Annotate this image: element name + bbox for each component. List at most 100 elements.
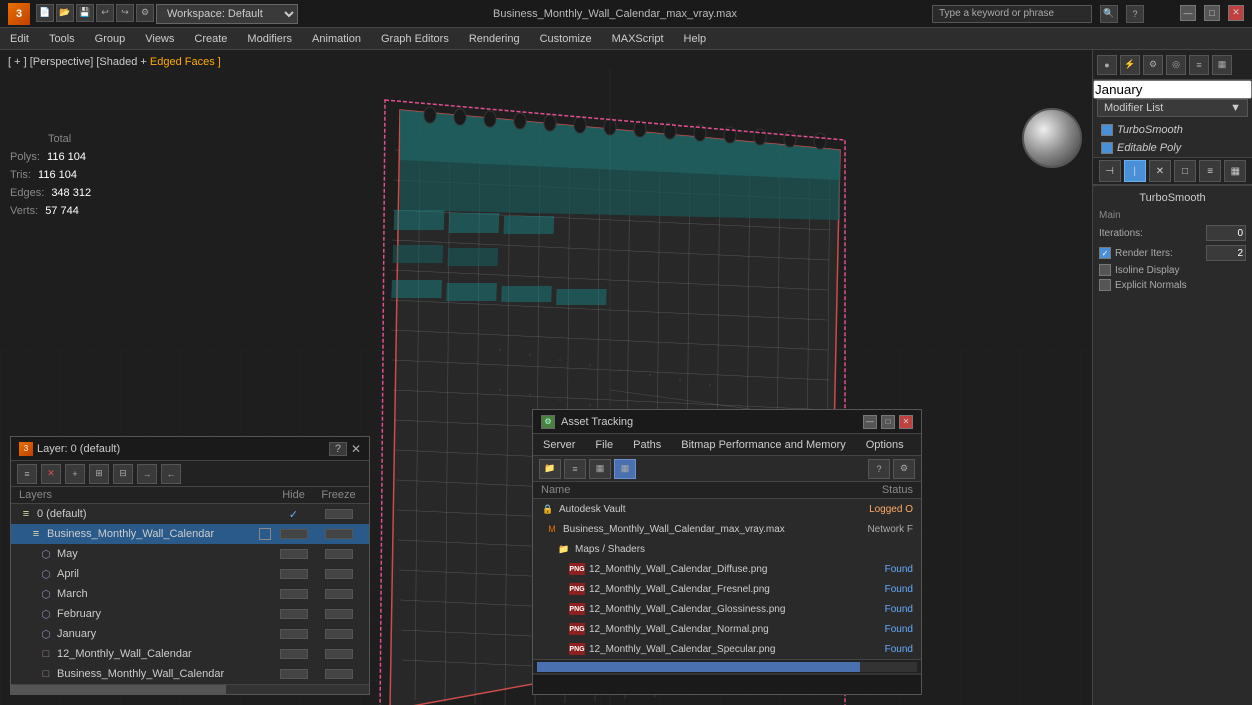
layers-add-icon[interactable]: + — [65, 464, 85, 484]
menu-graph-editors[interactable]: Graph Editors — [371, 31, 459, 47]
layer-visibility-box[interactable] — [259, 528, 271, 540]
asset-tb-help-icon[interactable]: ? — [868, 459, 890, 479]
asset-minimize-button[interactable]: — — [863, 415, 877, 429]
asset-row[interactable]: PNG 12_Monthly_Wall_Calendar_Normal.png … — [533, 619, 921, 639]
rp-icon-4[interactable]: ◎ — [1166, 55, 1186, 75]
settings-icon[interactable]: ⚙ — [136, 4, 154, 22]
asset-name: Autodesk Vault — [559, 504, 833, 515]
menu-edit[interactable]: Edit — [0, 31, 39, 47]
menu-tools[interactable]: Tools — [39, 31, 85, 47]
render-iters-input[interactable] — [1206, 245, 1246, 261]
asset-row[interactable]: M Business_Monthly_Wall_Calendar_max_vra… — [533, 519, 921, 539]
asset-menu-server[interactable]: Server — [533, 437, 585, 453]
menu-views[interactable]: Views — [135, 31, 184, 47]
rp-tool-cursor[interactable]: | — [1124, 160, 1146, 182]
asset-maximize-button[interactable]: □ — [881, 415, 895, 429]
search-input[interactable] — [932, 5, 1092, 23]
asset-row[interactable]: PNG 12_Monthly_Wall_Calendar_Glossiness.… — [533, 599, 921, 619]
layer-row[interactable]: ⬡ January — [11, 624, 369, 644]
modifier-list-dropdown[interactable]: Modifier List ▼ — [1097, 99, 1248, 117]
layer-freeze-check — [316, 589, 361, 599]
help-icon[interactable]: ? — [1126, 5, 1144, 23]
open-file-icon[interactable]: 📂 — [56, 4, 74, 22]
vault-icon: 🔒 — [541, 502, 555, 516]
layer-row[interactable]: ⬡ May — [11, 544, 369, 564]
asset-input-bar[interactable] — [533, 674, 921, 694]
layers-scrollbar[interactable] — [11, 684, 369, 694]
rp-icon-6[interactable]: ▦ — [1212, 55, 1232, 75]
rp-tool-grid2[interactable]: ▦ — [1224, 160, 1246, 182]
asset-name: Maps / Shaders — [575, 544, 833, 555]
layer-row[interactable]: ≡ Business_Monthly_Wall_Calendar — [11, 524, 369, 544]
asset-name: Business_Monthly_Wall_Calendar_max_vray.… — [563, 524, 833, 535]
rp-tool-box[interactable]: □ — [1174, 160, 1196, 182]
rp-tool-cross[interactable]: ✕ — [1149, 160, 1171, 182]
asset-toolbar: 📁 ≡ ▦ ▦ ? ⚙ — [533, 456, 921, 482]
layer-row[interactable]: ⬡ February — [11, 604, 369, 624]
layers-expand-icon[interactable]: → — [137, 464, 157, 484]
layer-row[interactable]: ⬡ April — [11, 564, 369, 584]
menu-modifiers[interactable]: Modifiers — [237, 31, 302, 47]
layer-row[interactable]: □ Business_Monthly_Wall_Calendar — [11, 664, 369, 684]
save-icon[interactable]: 💾 — [76, 4, 94, 22]
asset-row[interactable]: PNG 12_Monthly_Wall_Calendar_Fresnel.png… — [533, 579, 921, 599]
asset-tb-table-icon[interactable]: ▦ — [614, 459, 636, 479]
menu-group[interactable]: Group — [85, 31, 136, 47]
asset-menu-bitmap[interactable]: Bitmap Performance and Memory — [671, 437, 855, 453]
viewport[interactable]: [ + ] [Perspective] [Shaded + Edged Face… — [0, 50, 1092, 705]
layer-row[interactable]: ≡ 0 (default) ✓ — [11, 504, 369, 524]
redo-icon[interactable]: ↪ — [116, 4, 134, 22]
asset-menu-options[interactable]: Options — [856, 437, 914, 453]
modifier-name-field[interactable] — [1093, 80, 1252, 99]
asset-tb-browse-icon[interactable]: 📁 — [539, 459, 561, 479]
rp-icon-1[interactable]: ● — [1097, 55, 1117, 75]
menu-create[interactable]: Create — [184, 31, 237, 47]
rp-icon-5[interactable]: ≡ — [1189, 55, 1209, 75]
asset-close-button[interactable]: ✕ — [899, 415, 913, 429]
rp-tool-pin[interactable]: ⊣ — [1099, 160, 1121, 182]
layers-delete-icon[interactable]: ✕ — [41, 464, 61, 484]
layer-freeze-check — [316, 609, 361, 619]
isoline-checkbox[interactable] — [1099, 264, 1111, 276]
modifier-checkbox[interactable] — [1101, 142, 1113, 154]
menu-rendering[interactable]: Rendering — [459, 31, 530, 47]
menu-maxscript[interactable]: MAXScript — [602, 31, 674, 47]
scroll-thumb[interactable] — [11, 685, 226, 694]
explicit-normals-checkbox[interactable] — [1099, 279, 1111, 291]
turbosmooth-iterations-input[interactable] — [1206, 225, 1246, 241]
asset-row[interactable]: 📁 Maps / Shaders — [533, 539, 921, 559]
layers-help-button[interactable]: ? — [329, 442, 347, 456]
menu-help[interactable]: Help — [674, 31, 717, 47]
search-icon[interactable]: 🔍 — [1100, 5, 1118, 23]
render-iters-checkbox[interactable]: ✓ — [1099, 247, 1111, 259]
close-button[interactable]: ✕ — [1228, 5, 1244, 21]
menu-animation[interactable]: Animation — [302, 31, 371, 47]
layer-row[interactable]: □ 12_Monthly_Wall_Calendar — [11, 644, 369, 664]
asset-tb-grid-icon[interactable]: ▦ — [589, 459, 611, 479]
layers-select-by-layer-icon[interactable]: ⊟ — [113, 464, 133, 484]
minimize-button[interactable]: — — [1180, 5, 1196, 21]
modifier-checkbox[interactable] — [1101, 124, 1113, 136]
rp-icon-2[interactable]: ⚡ — [1120, 55, 1140, 75]
menu-customize[interactable]: Customize — [530, 31, 602, 47]
maximize-button[interactable]: □ — [1204, 5, 1220, 21]
new-file-icon[interactable]: 📄 — [36, 4, 54, 22]
asset-menu-paths[interactable]: Paths — [623, 437, 671, 453]
asset-menu-file[interactable]: File — [585, 437, 623, 453]
asset-row[interactable]: 🔒 Autodesk Vault Logged O — [533, 499, 921, 519]
asset-tb-settings-icon[interactable]: ⚙ — [893, 459, 915, 479]
layers-close-button[interactable]: ✕ — [351, 442, 361, 456]
layer-row[interactable]: ⬡ March — [11, 584, 369, 604]
asset-row[interactable]: PNG 12_Monthly_Wall_Calendar_Specular.pn… — [533, 639, 921, 659]
modifier-editable-poly[interactable]: Editable Poly — [1093, 139, 1252, 157]
modifier-turbosmooth[interactable]: TurboSmooth — [1093, 121, 1252, 139]
asset-row[interactable]: PNG 12_Monthly_Wall_Calendar_Diffuse.png… — [533, 559, 921, 579]
layers-menu-icon[interactable]: ≡ — [17, 464, 37, 484]
layers-collapse-icon[interactable]: ← — [161, 464, 181, 484]
rp-tool-menu2[interactable]: ≡ — [1199, 160, 1221, 182]
undo-icon[interactable]: ↩ — [96, 4, 114, 22]
asset-tb-list-icon[interactable]: ≡ — [564, 459, 586, 479]
rp-icon-3[interactable]: ⚙ — [1143, 55, 1163, 75]
workspace-dropdown[interactable]: Workspace: Default — [156, 4, 298, 24]
layers-move-to-icon[interactable]: ⊞ — [89, 464, 109, 484]
